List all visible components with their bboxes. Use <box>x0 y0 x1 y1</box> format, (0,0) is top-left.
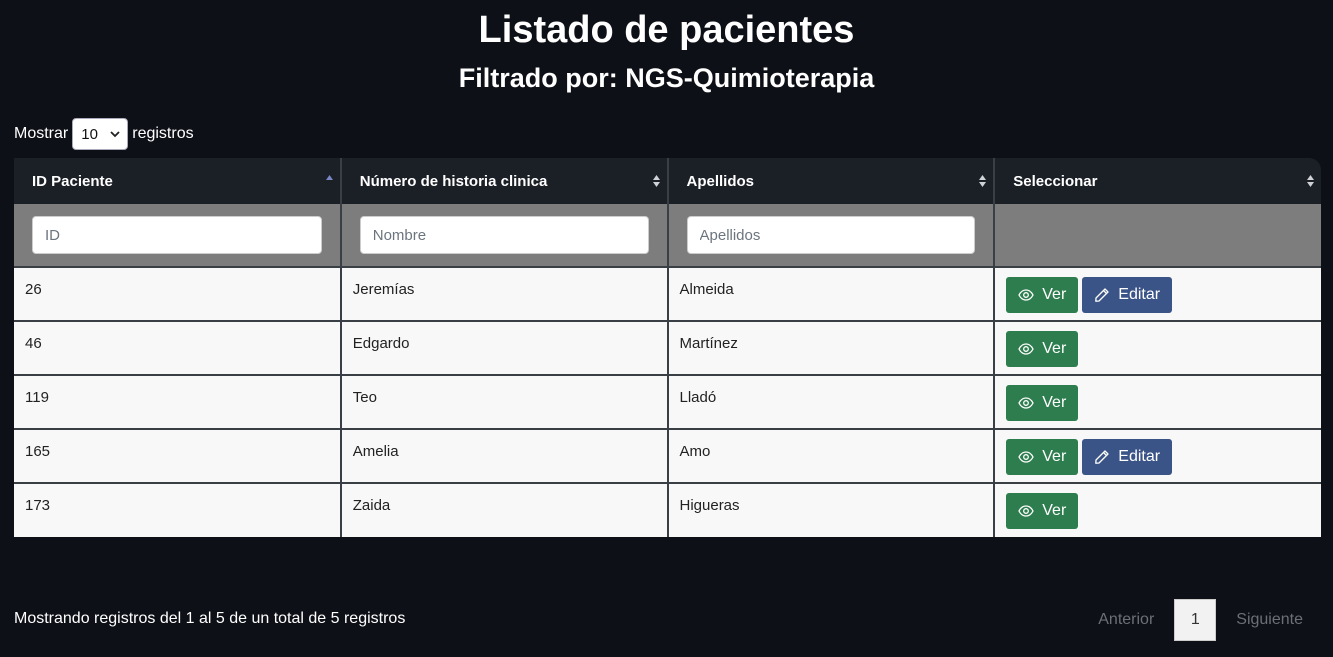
pagination-next[interactable]: Siguiente <box>1222 611 1317 629</box>
cell-name: Edgardo <box>340 320 669 375</box>
table-row: 26 Jeremías Almeida Ver Editar <box>14 266 1321 321</box>
column-header-history[interactable]: Número de historia clinica <box>340 158 669 204</box>
cell-surname: Lladó <box>667 374 996 429</box>
edit-button[interactable]: Editar <box>1082 277 1173 313</box>
filter-cell-name <box>340 204 669 267</box>
column-header-label: Seleccionar <box>1013 172 1098 190</box>
view-button-label: Ver <box>1042 286 1067 303</box>
cell-id: 165 <box>14 428 342 483</box>
column-header-label: Apellidos <box>686 172 755 190</box>
cell-actions: Ver Editar <box>994 428 1321 483</box>
sort-both-icon <box>652 175 660 187</box>
page-subtitle: Filtrado por: NGS-Quimioterapia <box>458 63 875 93</box>
sort-both-icon <box>979 175 987 187</box>
length-control: Mostrar 10 registros <box>14 118 194 150</box>
pagination: Anterior 1 Siguiente <box>1084 599 1317 641</box>
cell-name: Zaida <box>340 482 669 537</box>
patients-table: ID Paciente Número de historia clinica A… <box>14 158 1321 547</box>
view-button-label: Ver <box>1042 394 1067 411</box>
cell-name: Amelia <box>340 428 669 483</box>
length-label-after: registros <box>132 125 194 142</box>
table-row: 165 Amelia Amo Ver Editar <box>14 428 1321 483</box>
edit-button-label: Editar <box>1118 448 1161 465</box>
cell-surname: Amo <box>667 428 996 483</box>
view-button-label: Ver <box>1042 502 1067 519</box>
cell-surname: Martínez <box>667 320 996 375</box>
page-title: Listado de pacientes <box>478 9 855 51</box>
table-row: 119 Teo Lladó Ver <box>14 374 1321 429</box>
page-length-select[interactable]: 10 <box>72 118 129 150</box>
filter-surname-input[interactable] <box>686 216 976 254</box>
table-row: 173 Zaida Higueras Ver <box>14 482 1321 537</box>
cell-id: 26 <box>14 266 342 321</box>
cell-surname: Higueras <box>667 482 996 537</box>
view-button[interactable]: Ver <box>1006 331 1079 367</box>
view-button[interactable]: Ver <box>1006 385 1079 421</box>
column-header-select[interactable]: Seleccionar <box>994 158 1321 204</box>
eye-icon <box>1018 397 1034 409</box>
filter-cell-empty <box>994 204 1321 267</box>
view-button-label: Ver <box>1042 340 1067 357</box>
edit-button-label: Editar <box>1118 286 1161 303</box>
cell-surname: Almeida <box>667 266 996 321</box>
pagination-page-current[interactable]: 1 <box>1174 599 1217 641</box>
cell-id: 173 <box>14 482 342 537</box>
cell-id: 46 <box>14 320 342 375</box>
table-row: 46 Edgardo Martínez Ver <box>14 320 1321 375</box>
eye-icon <box>1018 343 1034 355</box>
page-length-value: 10 <box>81 125 98 143</box>
cell-actions: Ver Editar <box>994 266 1321 321</box>
filter-name-input[interactable] <box>359 216 649 254</box>
view-button[interactable]: Ver <box>1006 277 1079 313</box>
eye-icon <box>1018 289 1034 301</box>
column-header-id[interactable]: ID Paciente <box>14 158 342 204</box>
eye-icon <box>1018 505 1034 517</box>
filter-cell-surname <box>667 204 996 267</box>
view-button-label: Ver <box>1042 448 1067 465</box>
edit-button[interactable]: Editar <box>1082 439 1173 475</box>
column-header-label: Número de historia clinica <box>359 172 548 190</box>
filter-cell-id <box>14 204 342 267</box>
sort-both-icon <box>1307 175 1314 187</box>
cell-actions: Ver <box>994 374 1321 429</box>
column-header-label: ID Paciente <box>32 172 113 190</box>
column-header-surname[interactable]: Apellidos <box>667 158 996 204</box>
sort-asc-icon <box>325 175 333 180</box>
table-info: Mostrando registros del 1 al 5 de un tot… <box>14 610 406 627</box>
chevron-down-icon <box>110 131 120 138</box>
view-button[interactable]: Ver <box>1006 439 1079 475</box>
pencil-icon <box>1095 450 1109 464</box>
cell-actions: Ver <box>994 320 1321 375</box>
pagination-previous[interactable]: Anterior <box>1084 611 1168 629</box>
eye-icon <box>1018 451 1034 463</box>
pencil-icon <box>1095 288 1109 302</box>
cell-name: Teo <box>340 374 669 429</box>
cell-actions: Ver <box>994 482 1321 537</box>
length-label-before: Mostrar <box>14 125 69 142</box>
cell-name: Jeremías <box>340 266 669 321</box>
filter-id-input[interactable] <box>32 216 322 254</box>
view-button[interactable]: Ver <box>1006 493 1079 529</box>
cell-id: 119 <box>14 374 342 429</box>
table-body: 26 Jeremías Almeida Ver Editar 46 Edgardo Martí… <box>14 266 1321 537</box>
